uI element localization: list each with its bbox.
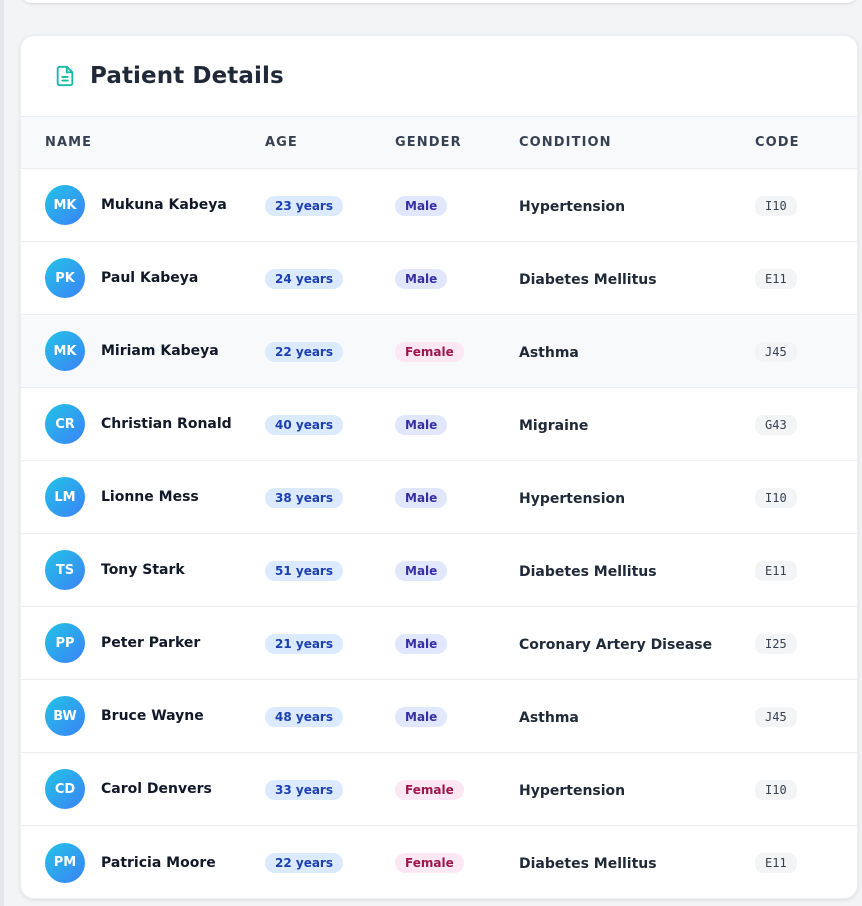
table-row[interactable]: CD Carol Denvers 33 years Female Hyperten…: [21, 753, 857, 826]
column-header-code[interactable]: CODE: [755, 135, 855, 150]
table-row[interactable]: CR Christian Ronald 40 years Male Migrain…: [21, 388, 857, 461]
gender-badge: Male: [395, 414, 448, 435]
gender-badge: Male: [395, 268, 448, 289]
table-row[interactable]: TS Tony Stark 51 years Male Diabetes Mell…: [21, 534, 857, 607]
patient-name: Patricia Moore: [101, 854, 216, 871]
patient-name: Lionne Mess: [101, 489, 199, 505]
patient-name: Carol Denvers: [101, 781, 212, 797]
condition-text: Migraine: [519, 417, 589, 434]
code-badge: J45: [755, 706, 797, 727]
avatar: CD: [45, 769, 85, 809]
gender-badge: Male: [395, 633, 448, 654]
document-icon: [54, 65, 76, 87]
avatar: BW: [45, 696, 85, 736]
age-badge: 24 years: [265, 268, 343, 289]
gender-badge: Male: [395, 487, 448, 508]
patient-name: Christian Ronald: [101, 416, 232, 432]
avatar: MK: [45, 185, 85, 225]
condition-text: Coronary Artery Disease: [519, 636, 713, 653]
table-row[interactable]: BW Bruce Wayne 48 years Male Asthma J45: [21, 680, 857, 753]
code-badge: E11: [755, 560, 797, 581]
code-badge: I10: [755, 195, 797, 216]
table-header: NAME AGE GENDER CONDITION CODE: [21, 117, 857, 169]
patient-name: Mukuna Kabeya: [101, 197, 227, 213]
table-row[interactable]: MK Mukuna Kabeya 23 years Male Hypertensi…: [21, 169, 857, 242]
gender-badge: Female: [395, 779, 464, 800]
patient-details-card: Patient Details NAME AGE GENDER CONDITIO…: [20, 35, 858, 899]
condition-text: Diabetes Mellitus: [519, 271, 657, 288]
gender-badge: Male: [395, 560, 448, 581]
table-body: MK Mukuna Kabeya 23 years Male Hypertensi…: [21, 169, 857, 898]
table-row[interactable]: PK Paul Kabeya 24 years Male Diabetes Mel…: [21, 242, 857, 315]
patient-name: Miriam Kabeya: [101, 343, 219, 359]
age-badge: 51 years: [265, 560, 343, 581]
age-badge: 33 years: [265, 779, 343, 800]
table-row[interactable]: PM Patricia Moore 22 years Female Diabete…: [21, 826, 857, 898]
avatar: PM: [45, 842, 85, 883]
avatar: PP: [45, 623, 85, 663]
code-badge: E11: [755, 268, 797, 289]
gender-badge: Female: [395, 341, 464, 362]
gender-badge: Female: [395, 853, 464, 873]
age-badge: 38 years: [265, 487, 343, 508]
condition-text: Diabetes Mellitus: [519, 856, 657, 872]
avatar: MK: [45, 331, 85, 371]
age-badge: 21 years: [265, 633, 343, 654]
page-edge: [0, 0, 4, 906]
condition-text: Hypertension: [519, 782, 626, 799]
code-badge: J45: [755, 341, 797, 362]
condition-text: Asthma: [519, 709, 579, 726]
card-header: Patient Details: [21, 36, 857, 117]
avatar: CR: [45, 404, 85, 444]
code-badge: G43: [755, 414, 797, 435]
column-header-name[interactable]: NAME: [21, 135, 265, 150]
condition-text: Diabetes Mellitus: [519, 563, 657, 580]
column-header-condition[interactable]: CONDITION: [519, 135, 755, 150]
avatar: TS: [45, 550, 85, 590]
table-row[interactable]: MK Miriam Kabeya 22 years Female Asthma J…: [21, 315, 857, 388]
gender-badge: Male: [395, 706, 448, 727]
condition-text: Asthma: [519, 344, 579, 361]
age-badge: 22 years: [265, 341, 343, 362]
code-badge: I25: [755, 633, 797, 654]
patient-name: Paul Kabeya: [101, 270, 199, 286]
condition-text: Hypertension: [519, 198, 626, 215]
table-row[interactable]: LM Lionne Mess 38 years Male Hypertension…: [21, 461, 857, 534]
avatar: LM: [45, 477, 85, 517]
patient-name: Tony Stark: [101, 562, 185, 578]
code-badge: E11: [755, 853, 797, 873]
table-row[interactable]: PP Peter Parker 21 years Male Coronary Ar…: [21, 607, 857, 680]
age-badge: 40 years: [265, 414, 343, 435]
condition-text: Hypertension: [519, 490, 626, 507]
age-badge: 23 years: [265, 195, 343, 216]
patient-name: Peter Parker: [101, 635, 201, 651]
patient-name: Bruce Wayne: [101, 708, 204, 724]
age-badge: 22 years: [265, 853, 343, 873]
age-badge: 48 years: [265, 706, 343, 727]
previous-card: [20, 0, 858, 3]
code-badge: I10: [755, 779, 797, 800]
avatar: PK: [45, 258, 85, 298]
code-badge: I10: [755, 487, 797, 508]
card-title: Patient Details: [90, 63, 284, 89]
column-header-age[interactable]: AGE: [265, 135, 395, 150]
gender-badge: Male: [395, 195, 448, 216]
column-header-gender[interactable]: GENDER: [395, 135, 519, 150]
